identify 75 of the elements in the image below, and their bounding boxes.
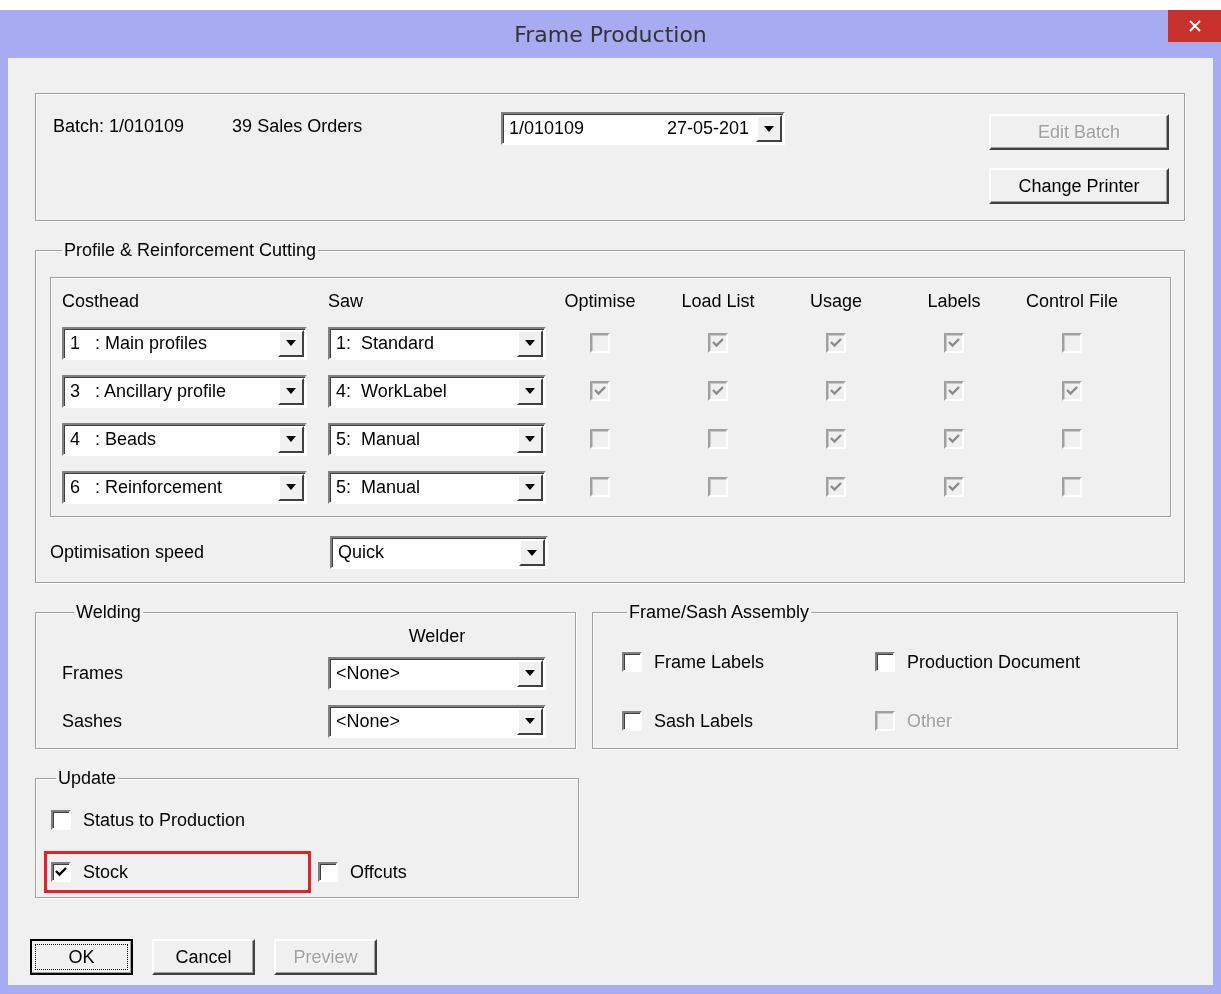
group-title: Frame/Sash Assembly [628, 602, 811, 623]
dropdown[interactable]: 1/010109 27-05-201 [501, 112, 785, 145]
checkbox-label: Offcuts [350, 861, 407, 883]
dropdown[interactable]: 6 : Reinforcement [62, 470, 307, 504]
checkbox[interactable] [51, 862, 71, 882]
checkbox[interactable] [51, 810, 71, 830]
window-title: Frame Production [514, 21, 707, 47]
dropdown[interactable]: 1: Standard [328, 326, 546, 360]
dropdown-button[interactable] [517, 425, 543, 453]
dropdown[interactable]: 4: WorkLabel [328, 374, 546, 408]
dropdown[interactable]: 3 : Ancillary profile [62, 374, 307, 408]
checkbox-label: Production Document [907, 651, 1081, 673]
dropdown-button[interactable] [517, 329, 543, 357]
dropdown-button[interactable] [278, 425, 304, 453]
checkbox-label: Status to Production [83, 809, 246, 831]
caret-icon [286, 484, 296, 490]
column-header: Optimise [563, 290, 637, 312]
checkbox[interactable] [622, 652, 642, 672]
dropdown[interactable]: 5: Manual [328, 422, 546, 456]
caret-icon [286, 436, 296, 442]
column-header: Costhead [62, 290, 141, 312]
dropdown-button[interactable] [517, 473, 543, 501]
check-icon [54, 865, 68, 879]
dropdown-button[interactable] [278, 473, 304, 501]
dropdown[interactable]: 1 : Main profiles [62, 326, 307, 360]
order-count: 39 Sales Orders [232, 116, 363, 137]
caret-icon [527, 549, 537, 556]
dropdown-button[interactable] [519, 539, 545, 566]
caret-icon [525, 388, 535, 394]
column-header: Control File [1025, 290, 1119, 312]
checkbox-label: Sash Labels [654, 710, 754, 732]
checkbox-label: Frame Labels [654, 651, 765, 673]
caret-icon [286, 340, 296, 346]
field-label: Sashes [62, 710, 124, 732]
close-button[interactable] [1168, 10, 1221, 42]
button[interactable]: Change Printer [989, 168, 1169, 204]
batch-label: Batch: 1/010109 [53, 116, 185, 137]
dropdown[interactable]: <None> [328, 704, 546, 738]
caret-icon [525, 484, 535, 490]
dropdown[interactable]: Quick [330, 536, 548, 569]
group-title: Profile & Reinforcement Cutting [63, 240, 318, 261]
caret-icon [525, 718, 535, 724]
checkbox-label: Stock [83, 861, 129, 883]
dropdown-button[interactable] [756, 115, 782, 142]
caret-icon [764, 125, 774, 132]
button: Edit Batch [989, 114, 1169, 150]
checkbox-label: Other [907, 710, 953, 732]
dropdown-button[interactable] [517, 707, 543, 735]
dropdown-button[interactable] [517, 659, 543, 687]
column-header: Labels [926, 290, 982, 312]
group-title: Update [57, 768, 118, 789]
caret-icon [525, 436, 535, 442]
button: Preview [274, 939, 377, 975]
caret-icon [286, 388, 296, 394]
caret-icon [525, 670, 535, 676]
column-header: Saw [328, 290, 364, 312]
column-header: Usage [809, 290, 863, 312]
checkbox[interactable] [875, 652, 895, 672]
dropdown-button[interactable] [278, 377, 304, 405]
dropdown-button[interactable] [517, 377, 543, 405]
dropdown[interactable]: 4 : Beads [62, 422, 307, 456]
button[interactable]: Cancel [152, 939, 255, 975]
dropdown[interactable]: <None> [328, 656, 546, 690]
checkbox[interactable] [622, 711, 642, 731]
dropdown[interactable]: 5: Manual [328, 470, 546, 504]
field-label: Optimisation speed [50, 542, 206, 563]
checkbox[interactable] [318, 862, 338, 882]
button[interactable]: OK [30, 939, 133, 975]
dropdown-button[interactable] [278, 329, 304, 357]
field-label: Frames [62, 662, 124, 684]
caret-icon [525, 340, 535, 346]
column-header: Welder [407, 625, 467, 647]
group-title: Welding [75, 602, 142, 623]
close-icon [1188, 20, 1201, 32]
column-header: Load List [680, 290, 756, 312]
